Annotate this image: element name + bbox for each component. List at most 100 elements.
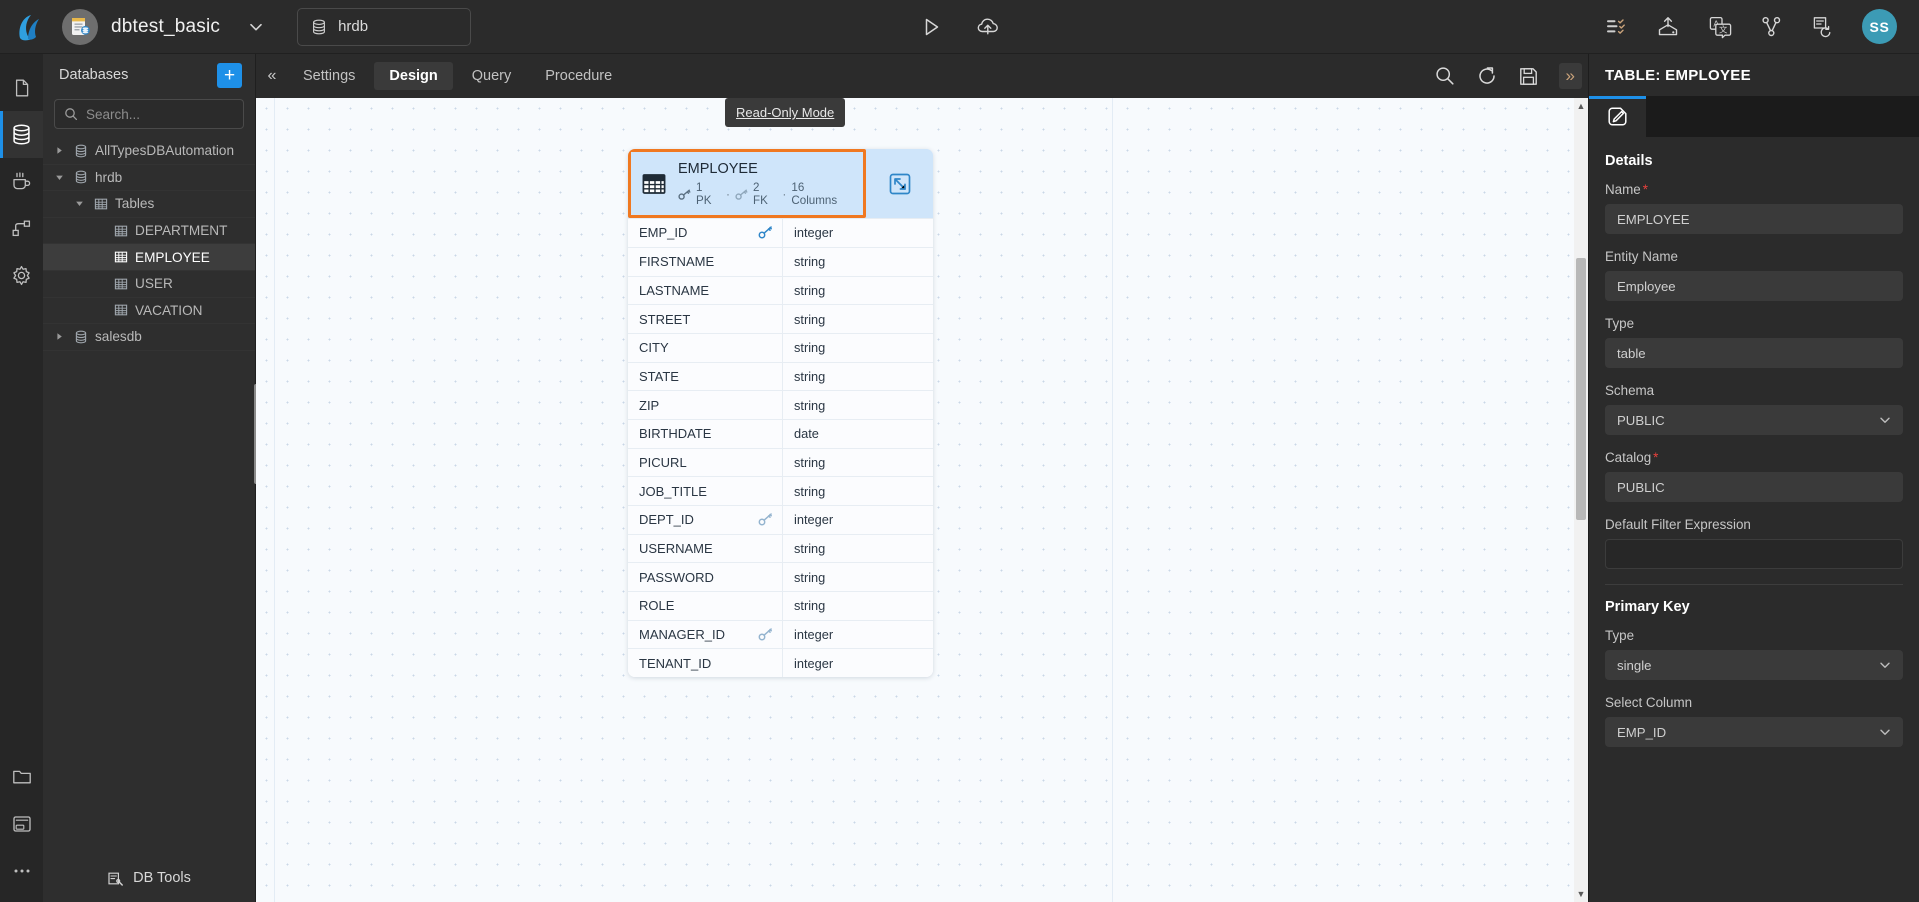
tab-query[interactable]: Query	[457, 62, 527, 90]
field-select-schema[interactable]: PUBLIC	[1605, 405, 1903, 435]
field-input-type[interactable]: table	[1605, 338, 1903, 368]
key-icon	[758, 225, 773, 240]
tree-item-label: salesdb	[95, 329, 142, 344]
tree-item-label: VACATION	[135, 303, 202, 318]
entity-column-row[interactable]: CITYstring	[628, 333, 933, 362]
entity-column-type: string	[783, 369, 825, 384]
tab-procedure[interactable]: Procedure	[530, 62, 627, 90]
entity-header[interactable]: EMPLOYEE 1 PK ·	[628, 149, 866, 218]
tree-item-hrdb[interactable]: hrdb	[43, 165, 255, 192]
project-avatar-icon	[62, 9, 98, 45]
read-only-tooltip: Read-Only Mode	[725, 98, 845, 127]
entity-column-row[interactable]: PICURLstring	[628, 448, 933, 477]
field-label-text: Schema	[1605, 383, 1654, 398]
field-label-type: Type	[1605, 316, 1903, 331]
chevron-down-icon[interactable]	[51, 173, 67, 182]
history-button[interactable]	[1811, 15, 1834, 38]
canvas-scrollbar[interactable]: ▲ ▼	[1574, 98, 1588, 902]
tasks-button[interactable]	[1605, 15, 1628, 38]
chevron-right-icon[interactable]	[51, 332, 67, 341]
chevron-down-icon	[1878, 658, 1892, 672]
entity-column-row[interactable]: STREETstring	[628, 304, 933, 333]
entity-column-type: integer	[783, 512, 833, 527]
tree-item-vacation[interactable]: VACATION	[43, 298, 255, 325]
entity-column-row[interactable]: DEPT_IDinteger	[628, 505, 933, 534]
canvas-scroll-thumb[interactable]	[1576, 258, 1586, 520]
entity-column-type: string	[783, 455, 825, 470]
entity-card-employee[interactable]: EMPLOYEE 1 PK ·	[628, 149, 933, 677]
add-database-button[interactable]: +	[217, 63, 242, 88]
rail-item-flow[interactable]	[0, 205, 43, 252]
entity-column-row[interactable]: JOB_TITLEstring	[628, 476, 933, 505]
entity-column-type: string	[783, 541, 825, 556]
publish-button[interactable]	[976, 14, 1001, 39]
table-icon	[114, 224, 128, 238]
entity-column-name: ZIP	[639, 398, 659, 413]
deploy-button[interactable]	[1656, 15, 1680, 39]
entity-column-type: string	[783, 340, 825, 355]
tree-item-salesdb[interactable]: salesdb	[43, 324, 255, 351]
search-button[interactable]	[1434, 65, 1456, 87]
chevron-double-left-icon[interactable]: «	[258, 54, 286, 98]
field-label-select-column: Select Column	[1605, 695, 1903, 710]
branch-button[interactable]	[1760, 15, 1783, 38]
entity-column-type: integer	[783, 627, 833, 642]
chevron-double-right-icon[interactable]: »	[1559, 63, 1582, 89]
chevron-down-icon[interactable]	[247, 18, 265, 36]
tab-settings[interactable]: Settings	[288, 62, 370, 90]
field-label-entity-name: Entity Name	[1605, 249, 1903, 264]
user-avatar[interactable]: SS	[1862, 9, 1897, 44]
required-asterisk: *	[1653, 450, 1658, 465]
refresh-button[interactable]	[1476, 65, 1498, 87]
field-input-entity-name[interactable]: Employee	[1605, 271, 1903, 301]
entity-column-row[interactable]: PASSWORDstring	[628, 562, 933, 591]
rail-item-database[interactable]	[0, 111, 43, 158]
entity-column-row[interactable]: ROLEstring	[628, 591, 933, 620]
entity-column-row[interactable]: BIRTHDATEdate	[628, 419, 933, 448]
rail-item-folder[interactable]	[0, 753, 43, 800]
translate-button[interactable]: A 文	[1708, 15, 1732, 39]
rail-item-coffee[interactable]	[0, 158, 43, 205]
entity-column-name: FIRSTNAME	[639, 254, 714, 269]
tab-design[interactable]: Design	[374, 62, 452, 90]
project-selector[interactable]: dbtest_basic	[62, 9, 265, 45]
entity-column-row[interactable]: ZIPstring	[628, 390, 933, 419]
expand-entity-button[interactable]	[866, 149, 933, 218]
rail-item-files[interactable]	[0, 64, 43, 111]
field-select-select-column[interactable]: EMP_ID	[1605, 717, 1903, 747]
entity-column-row[interactable]: USERNAMEstring	[628, 534, 933, 563]
entity-column-row[interactable]: MANAGER_IDinteger	[628, 620, 933, 649]
field-select-type[interactable]: single	[1605, 650, 1903, 680]
entity-column-row[interactable]: STATEstring	[628, 362, 933, 391]
database-selector[interactable]: hrdb	[297, 8, 471, 46]
tree-item-alltypesdbautomation[interactable]: AllTypesDBAutomation	[43, 138, 255, 165]
tree-item-employee[interactable]: EMPLOYEE	[43, 244, 255, 271]
field-input-name[interactable]: EMPLOYEE	[1605, 204, 1903, 234]
search-input[interactable]	[86, 107, 234, 122]
rail-item-settings[interactable]	[0, 252, 43, 299]
chevron-down-icon[interactable]	[71, 199, 87, 208]
left-icon-rail	[0, 54, 43, 902]
save-button[interactable]	[1518, 66, 1539, 87]
scroll-down-arrow[interactable]: ▼	[1577, 886, 1586, 902]
field-input-catalog[interactable]: PUBLIC	[1605, 472, 1903, 502]
entity-column-row[interactable]: EMP_IDinteger	[628, 218, 933, 247]
entity-column-row[interactable]: FIRSTNAMEstring	[628, 247, 933, 276]
tree-item-user[interactable]: USER	[43, 271, 255, 298]
inspector-body: Details Name*EMPLOYEEEntity NameEmployee…	[1589, 137, 1919, 902]
rail-item-more[interactable]	[0, 847, 43, 894]
tab-edit[interactable]	[1589, 96, 1646, 137]
run-button[interactable]	[919, 15, 943, 39]
chevron-right-icon[interactable]	[51, 146, 67, 155]
entity-column-row[interactable]: LASTNAMEstring	[628, 276, 933, 305]
search-box[interactable]	[54, 99, 244, 129]
scroll-up-arrow[interactable]: ▲	[1577, 98, 1586, 114]
design-canvas[interactable]: Read-Only Mode	[256, 98, 1588, 902]
rail-item-logs[interactable]	[0, 800, 43, 847]
field-input-default-filter-expression[interactable]	[1605, 539, 1903, 569]
tree-item-tables[interactable]: Tables	[43, 191, 255, 218]
canvas-guide-line	[1112, 98, 1113, 902]
tree-item-department[interactable]: DEPARTMENT	[43, 218, 255, 245]
entity-column-row[interactable]: TENANT_IDinteger	[628, 648, 933, 677]
db-tools-button[interactable]: DB Tools	[43, 854, 255, 902]
